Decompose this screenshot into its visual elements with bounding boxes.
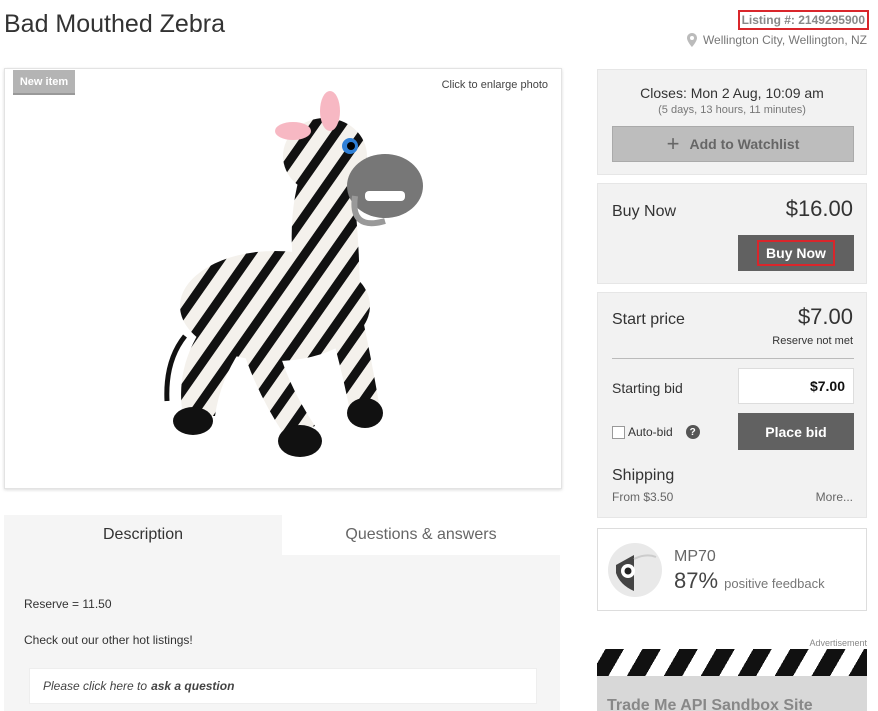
divider <box>612 358 854 359</box>
ask-question-link[interactable]: Please click here to ask a question <box>29 668 537 704</box>
watchlist-label: Add to Watchlist <box>689 136 800 152</box>
shipping-from: From $3.50 <box>612 490 674 504</box>
description-line: Check out our other hot listings! <box>24 633 193 647</box>
enlarge-photo-link[interactable]: Click to enlarge photo <box>442 79 548 91</box>
ask-prefix: Please click here to <box>43 679 148 693</box>
seller-feedback: 87% positive feedback <box>674 568 825 594</box>
start-price-label: Start price <box>612 311 685 328</box>
listing-title: Bad Mouthed Zebra <box>4 10 225 38</box>
seller-badge-icon <box>616 554 657 591</box>
buy-now-button-label: Buy Now <box>757 240 835 266</box>
help-icon[interactable]: ? <box>685 425 700 439</box>
description-panel: Reserve = 11.50 Check out our other hot … <box>4 555 560 711</box>
autobid-row: Auto-bid ? <box>612 425 700 439</box>
new-item-badge: New item <box>13 70 75 95</box>
buy-now-panel: Buy Now $16.00 Buy Now <box>597 183 867 284</box>
bidding-panel: Start price $7.00 Reserve not met Starti… <box>597 292 867 518</box>
description-line: Reserve = 11.50 <box>24 597 112 611</box>
zebra-toy-image <box>164 91 423 457</box>
ask-bold: ask a question <box>151 679 235 693</box>
closes-text: Closes: Mon 2 Aug, 10:09 am <box>640 85 824 101</box>
reserve-status: Reserve not met <box>772 335 853 347</box>
starting-bid-label: Starting bid <box>612 380 683 396</box>
location: Wellington City, Wellington, NZ <box>686 33 867 47</box>
start-price: $7.00 <box>797 304 853 329</box>
avatar <box>608 543 662 597</box>
closing-panel: Closes: Mon 2 Aug, 10:09 am (5 days, 13 … <box>597 69 867 175</box>
seller-card[interactable]: MP70 87% positive feedback <box>597 528 867 611</box>
seller-name[interactable]: MP70 <box>674 548 716 566</box>
listing-photo[interactable]: New item Click to enlarge photo <box>4 68 562 489</box>
place-bid-button[interactable]: Place bid <box>738 413 854 450</box>
ad-stripes <box>597 649 867 676</box>
feedback-label: positive feedback <box>724 576 825 591</box>
tab-bar: Description Questions & answers <box>4 515 560 555</box>
bid-amount-input[interactable]: $7.00 <box>738 368 854 404</box>
plus-icon: + <box>666 131 680 156</box>
shipping-label: Shipping <box>612 467 675 484</box>
add-to-watchlist-button[interactable]: + Add to Watchlist <box>612 126 854 162</box>
location-text: Wellington City, Wellington, NZ <box>702 33 867 47</box>
feedback-percent: 87% <box>674 568 719 593</box>
tab-questions-answers[interactable]: Questions & answers <box>282 515 560 555</box>
shipping-more-link[interactable]: More... <box>816 490 853 504</box>
buy-now-label: Buy Now <box>612 203 677 220</box>
map-pin-icon <box>686 33 697 47</box>
autobid-checkbox[interactable] <box>612 425 625 439</box>
advertisement-banner[interactable]: Trade Me API Sandbox Site <box>597 649 867 711</box>
ad-text: Trade Me API Sandbox Site <box>607 697 813 711</box>
listing-number: Listing #: 2149295900 <box>737 10 869 30</box>
autobid-label: Auto-bid <box>628 425 673 439</box>
buy-now-price: $16.00 <box>785 196 853 221</box>
advertisement-label: Advertisement <box>809 638 867 648</box>
tab-description[interactable]: Description <box>4 515 282 555</box>
buy-now-button[interactable]: Buy Now <box>738 235 854 271</box>
time-left: (5 days, 13 hours, 11 minutes) <box>658 104 806 116</box>
